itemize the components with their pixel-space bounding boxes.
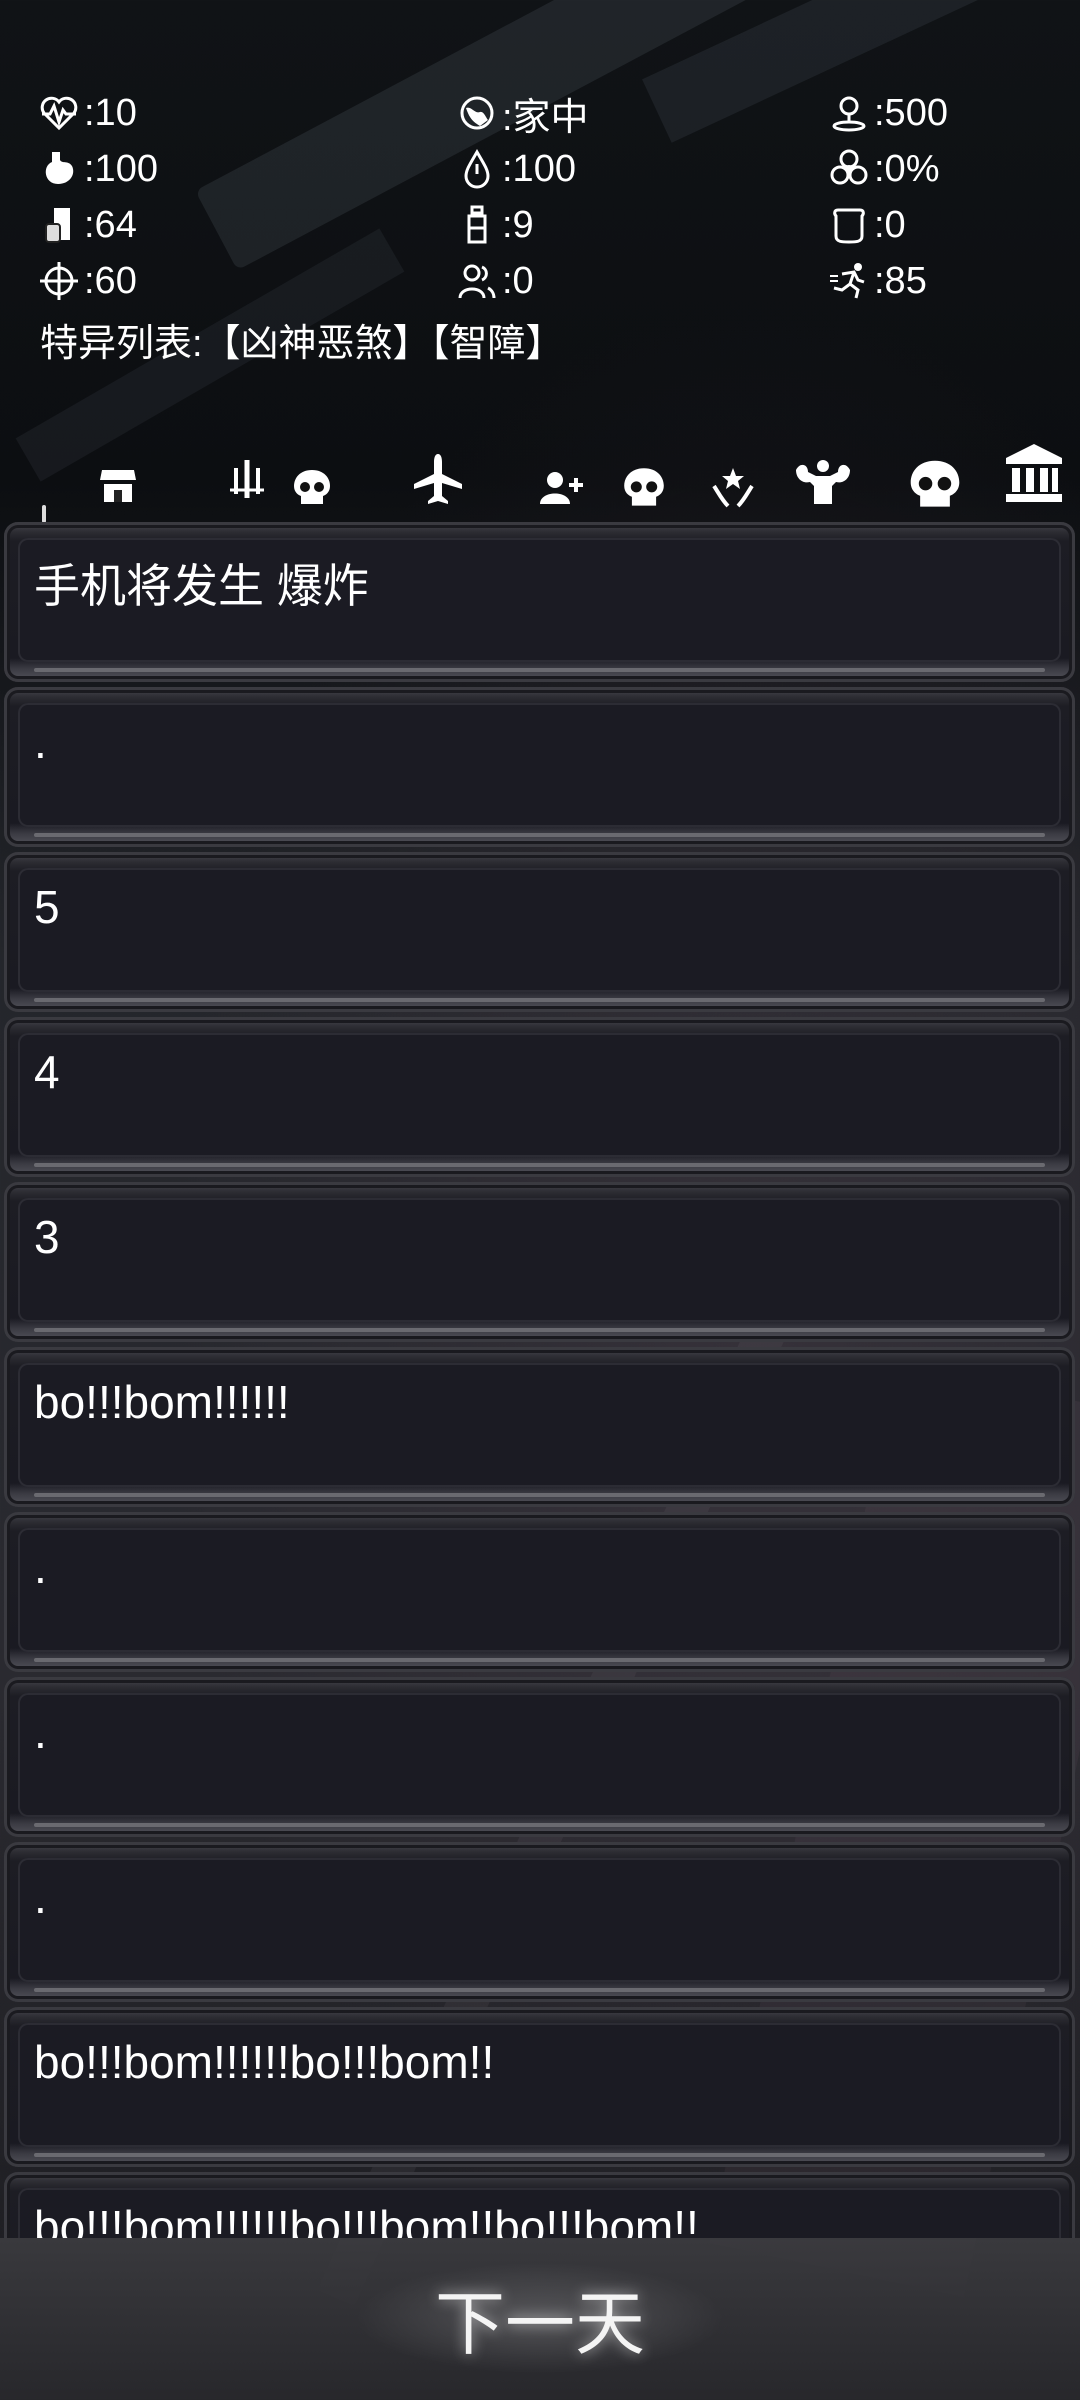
action-icon-bar — [0, 440, 1080, 520]
plane-icon[interactable] — [410, 452, 466, 508]
stat-health-value: :10 — [84, 91, 137, 134]
heartbeat-icon — [40, 96, 78, 131]
stat-location-value: :家中 — [502, 96, 589, 139]
biohazard-icon — [830, 149, 868, 185]
event-text: 4 — [34, 1046, 60, 1098]
location-pin-icon — [460, 96, 494, 130]
stat-water: :9 — [456, 200, 534, 250]
event-text: . — [34, 716, 47, 768]
stat-speed: :85 — [828, 256, 927, 306]
event-card: 3 — [4, 1182, 1075, 1342]
event-card: . — [4, 687, 1075, 847]
event-text: bo!!!bom!!!!!!bo!!!bom!!bo!!!bom!! — [34, 2201, 699, 2238]
event-card: bo!!!bom!!!!!!bo!!!bom!! — [4, 2007, 1075, 2167]
event-card: 手机将发生 爆炸 — [4, 522, 1075, 682]
water-bottle-icon — [467, 205, 487, 244]
stat-infection-value: :0% — [874, 147, 940, 190]
stat-aim-value: :60 — [84, 259, 137, 302]
map-distance-icon — [832, 96, 866, 132]
stat-survivors-value: :0 — [502, 259, 534, 302]
bandage-icon — [833, 208, 865, 244]
stomach-icon — [45, 152, 74, 184]
event-text: 5 — [34, 881, 60, 933]
stat-distance: :500 — [828, 88, 948, 138]
event-text: 3 — [34, 1211, 60, 1263]
event-text: 手机将发生 爆炸 — [34, 560, 369, 612]
event-card: 5 — [4, 852, 1075, 1012]
event-text: . — [34, 1541, 47, 1593]
stat-health: :10 — [38, 88, 137, 138]
add-person-icon[interactable] — [540, 470, 584, 506]
stat-thirst: :100 — [456, 144, 576, 194]
event-card: . — [4, 1677, 1075, 1837]
stat-infection: :0% — [828, 144, 939, 194]
skull-icon[interactable] — [622, 466, 666, 510]
stat-hunger-value: :100 — [84, 147, 158, 190]
weapons-icon[interactable] — [224, 458, 270, 504]
event-log[interactable]: 手机将发生 爆炸 . 5 4 3 bo!!!bom!!!!!! . . . bo… — [0, 522, 1080, 2238]
shop-icon[interactable] — [98, 466, 138, 506]
bottom-bar: 下一天 — [0, 2238, 1080, 2400]
event-card: . — [4, 1842, 1075, 2002]
stat-medicine: :0 — [828, 200, 906, 250]
stat-speed-value: :85 — [874, 259, 927, 302]
crosshair-icon — [40, 262, 78, 300]
event-card: . — [4, 1512, 1075, 1672]
strength-icon[interactable] — [794, 458, 852, 508]
event-text: . — [34, 1871, 47, 1923]
event-card: 4 — [4, 1017, 1075, 1177]
event-card: bo!!!bom!!!!!!bo!!!bom!!bo!!!bom!! — [4, 2172, 1075, 2238]
traits-list: 特异列表:【凶神恶煞】【智障】 — [40, 323, 564, 365]
stat-aim: :60 — [38, 256, 137, 306]
stat-food: :64 — [38, 200, 137, 250]
stat-distance-value: :500 — [874, 91, 948, 134]
event-text: bo!!!bom!!!!!!bo!!!bom!! — [34, 2036, 495, 2088]
running-person-icon — [830, 263, 865, 299]
stat-thirst-value: :100 — [502, 147, 576, 190]
survivors-icon — [458, 264, 496, 299]
stat-location: :家中 — [456, 88, 589, 139]
bank-icon[interactable] — [1004, 442, 1064, 504]
stat-survivors: :0 — [456, 256, 534, 306]
skull-icon[interactable] — [908, 458, 962, 512]
water-drop-icon — [464, 149, 490, 189]
skull-icon[interactable] — [292, 468, 332, 508]
stat-medicine-value: :0 — [874, 203, 906, 246]
stat-water-value: :9 — [502, 203, 534, 246]
next-day-button[interactable]: 下一天 — [340, 2258, 740, 2378]
event-card: bo!!!bom!!!!!! — [4, 1347, 1075, 1507]
stat-food-value: :64 — [84, 203, 137, 246]
scroll-indicator[interactable] — [42, 505, 46, 523]
stat-hunger: :100 — [38, 144, 158, 194]
heal-hand-icon[interactable] — [712, 462, 754, 508]
event-text: bo!!!bom!!!!!! — [34, 1376, 290, 1428]
food-can-icon — [45, 208, 70, 243]
event-text: . — [34, 1706, 47, 1758]
